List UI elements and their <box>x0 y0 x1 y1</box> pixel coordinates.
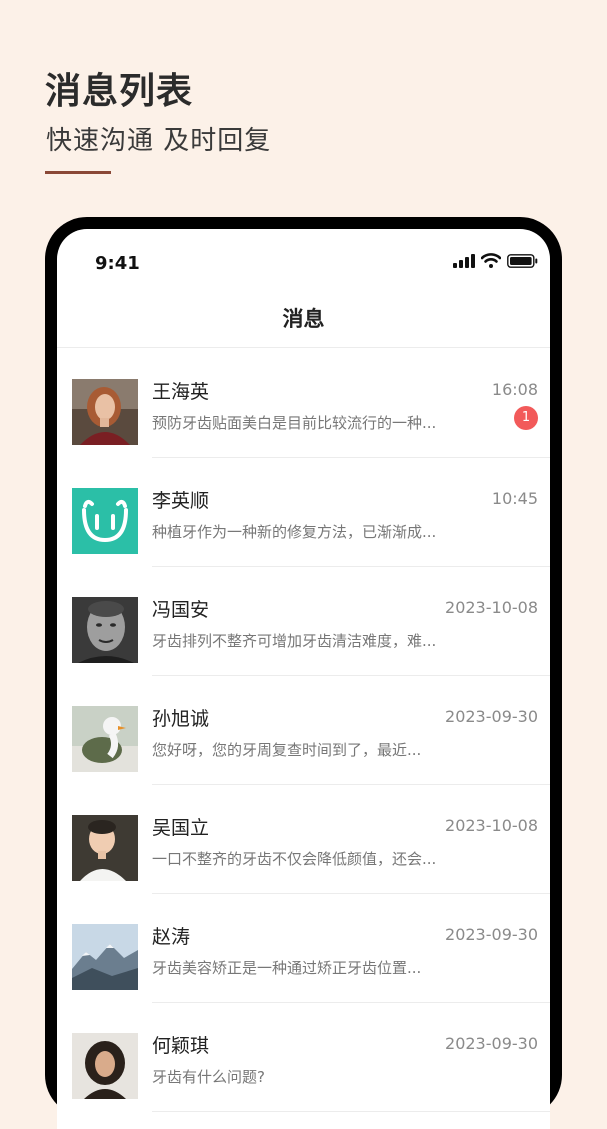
contact-name: 王海英 <box>152 381 210 403</box>
contact-name: 何颖琪 <box>152 1035 210 1057</box>
avatar <box>72 1033 138 1099</box>
wifi-icon <box>481 253 501 268</box>
message-row[interactable]: 吴国立 2023-10-08 一口不整齐的牙齿不仅会降低颜值，还会... <box>57 785 550 894</box>
nav-divider <box>57 347 550 348</box>
message-time: 2023-09-30 <box>445 707 538 726</box>
message-time: 2023-09-30 <box>445 925 538 944</box>
message-preview: 预防牙齿贴面美白是目前比较流行的一种... <box>152 414 437 432</box>
message-preview: 一口不整齐的牙齿不仅会降低颜值，还会... <box>152 850 437 868</box>
avatar <box>72 597 138 663</box>
message-time: 2023-10-08 <box>445 598 538 617</box>
status-bar: 9:41 <box>57 229 550 293</box>
unread-badge: 1 <box>514 406 538 430</box>
message-preview: 牙齿美容矫正是一种通过矫正牙齿位置... <box>152 959 422 977</box>
avatar <box>72 706 138 772</box>
message-time: 10:45 <box>491 489 538 508</box>
message-preview: 种植牙作为一种新的修复方法，已渐渐成... <box>152 523 437 541</box>
contact-name: 孙旭诚 <box>152 708 210 730</box>
message-list: 王海英 16:08 预防牙齿贴面美白是目前比较流行的一种... 1 李英顺 10… <box>57 349 550 1112</box>
hero-subtitle: 快速沟通 及时回复 <box>46 126 272 156</box>
page-title: 消息 <box>282 307 325 331</box>
message-row[interactable]: 赵涛 2023-09-30 牙齿美容矫正是一种通过矫正牙齿位置... <box>57 894 550 1003</box>
status-time: 9:41 <box>95 253 140 274</box>
message-preview: 牙齿有什么问题? <box>152 1068 265 1086</box>
battery-icon <box>507 253 538 268</box>
avatar <box>72 488 138 554</box>
phone-screen: 9:41 消息 王海英 16:08 预防牙齿贴面美白是目前比较流行的一种... … <box>57 229 550 1129</box>
contact-name: 冯国安 <box>152 599 210 621</box>
contact-name: 赵涛 <box>152 926 191 948</box>
hero-title: 消息列表 <box>45 71 194 112</box>
hero-underline <box>45 171 111 174</box>
signal-icon <box>453 253 475 268</box>
message-preview: 牙齿排列不整齐可增加牙齿清洁难度，难... <box>152 632 437 650</box>
contact-name: 李英顺 <box>152 490 210 512</box>
message-preview: 您好呀，您的牙周复查时间到了，最近... <box>152 741 422 759</box>
row-divider <box>152 1111 550 1112</box>
message-row[interactable]: 孙旭诚 2023-09-30 您好呀，您的牙周复查时间到了，最近... <box>57 676 550 785</box>
avatar <box>72 815 138 881</box>
phone-frame: 9:41 消息 王海英 16:08 预防牙齿贴面美白是目前比较流行的一种... … <box>45 217 562 1129</box>
status-icons <box>453 253 538 268</box>
avatar <box>72 924 138 990</box>
message-row[interactable]: 何颖琪 2023-09-30 牙齿有什么问题? <box>57 1003 550 1112</box>
message-time: 16:08 <box>491 380 538 399</box>
contact-name: 吴国立 <box>152 817 210 839</box>
message-time: 2023-09-30 <box>445 1034 538 1053</box>
message-row[interactable]: 李英顺 10:45 种植牙作为一种新的修复方法，已渐渐成... <box>57 458 550 567</box>
avatar <box>72 379 138 445</box>
message-row[interactable]: 王海英 16:08 预防牙齿贴面美白是目前比较流行的一种... 1 <box>57 349 550 458</box>
message-row[interactable]: 冯国安 2023-10-08 牙齿排列不整齐可增加牙齿清洁难度，难... <box>57 567 550 676</box>
message-time: 2023-10-08 <box>445 816 538 835</box>
